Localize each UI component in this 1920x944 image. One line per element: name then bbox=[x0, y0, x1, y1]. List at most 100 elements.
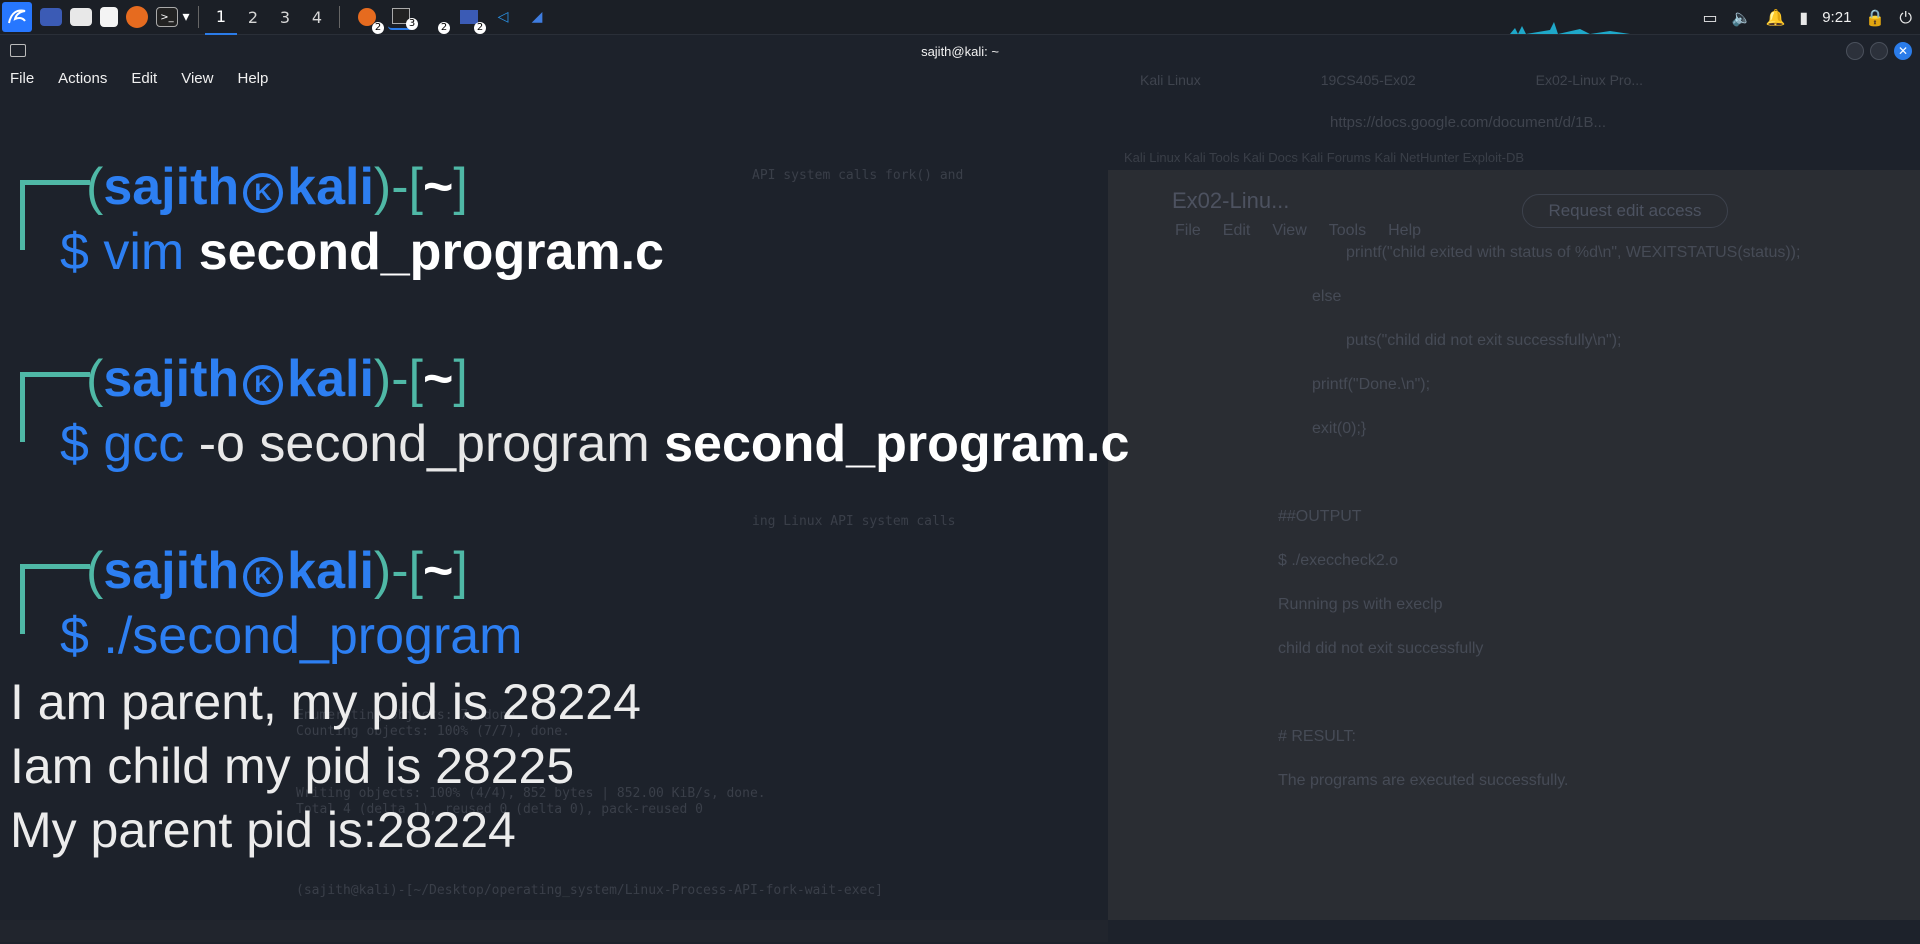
workspace-1[interactable]: 1 bbox=[205, 0, 237, 35]
background-url: https://docs.google.com/document/d/1B... bbox=[1330, 114, 1606, 131]
output-line: My parent pid is:28224 bbox=[10, 802, 516, 858]
power-icon[interactable]: ⏻ bbox=[1899, 8, 1912, 28]
background-doc-menu-item: View bbox=[1272, 222, 1307, 239]
background-doc-menu-item: File bbox=[1175, 222, 1201, 239]
kali-skull-icon: K bbox=[243, 173, 284, 213]
taskbar-separator bbox=[339, 6, 340, 28]
file-manager-icon[interactable] bbox=[70, 8, 92, 26]
background-doc-line: printf("Done.\n"); bbox=[1312, 376, 1431, 393]
background-doc-line: child did not exit successfully bbox=[1278, 640, 1484, 657]
workspace-2[interactable]: 2 bbox=[237, 0, 269, 35]
task-badge: 2 bbox=[372, 22, 384, 34]
network-graph-icon bbox=[1510, 22, 1630, 34]
taskbar-separator bbox=[198, 6, 199, 28]
background-doc-line: Running ps with execlp bbox=[1278, 596, 1443, 613]
output-line: Iam child my pid is 28225 bbox=[10, 738, 575, 794]
background-doc-line: ##OUTPUT bbox=[1278, 508, 1362, 525]
command-line: $ gcc -o second_program second_program.c bbox=[60, 415, 1130, 473]
background-request-edit-button: Request edit access bbox=[1522, 194, 1728, 228]
prompt-line: (sajith Kkali)-[~] bbox=[86, 542, 468, 600]
clock[interactable]: 9:21 bbox=[1822, 9, 1851, 26]
task-badge: 2 bbox=[474, 22, 486, 34]
prompt-host: kali bbox=[287, 542, 374, 600]
background-text: (sajith@kali)-[~/Desktop/operating_syste… bbox=[296, 883, 883, 898]
background-doc-line: # RESULT: bbox=[1278, 728, 1356, 745]
prompt-user: sajith bbox=[103, 542, 240, 600]
chevron-down-icon[interactable]: ▾ bbox=[180, 4, 192, 30]
battery-icon[interactable]: ▮ bbox=[1799, 8, 1808, 27]
close-button[interactable]: ✕ bbox=[1894, 42, 1912, 60]
terminal-menubar: File Actions Edit View Help bbox=[6, 66, 272, 90]
files-task-icon[interactable]: 2 bbox=[456, 4, 486, 34]
background-doc-line: else bbox=[1312, 288, 1342, 305]
background-doc-line: $ ./execcheck2.o bbox=[1278, 552, 1399, 569]
command-name: vim bbox=[103, 223, 185, 281]
background-doc-menu-item: Edit bbox=[1222, 222, 1251, 239]
firefox-icon[interactable] bbox=[126, 6, 148, 28]
command-file: second_program.c bbox=[198, 223, 664, 281]
background-tab: Kali Linux bbox=[1140, 72, 1201, 88]
prompt-user: sajith bbox=[103, 158, 240, 216]
terminal-titlebar[interactable]: sajith@kali: ~ ✕ bbox=[0, 36, 1920, 66]
background-doc-line: The programs are executed successfully. bbox=[1278, 772, 1569, 789]
background-status-bar bbox=[0, 920, 1108, 942]
command-name: ./second_program bbox=[103, 607, 523, 665]
command-args: -o second_program bbox=[184, 415, 665, 473]
window-title: sajith@kali: ~ bbox=[921, 43, 999, 59]
background-doc-title: Ex02-Linu... bbox=[1172, 188, 1290, 213]
background-browser-tabs: Kali Linux 19CS405-Ex02 Ex02-Linux Pro..… bbox=[1140, 72, 1643, 88]
background-browser-window bbox=[1108, 170, 1920, 920]
menu-actions[interactable]: Actions bbox=[54, 70, 111, 87]
app-icon[interactable]: ◢ bbox=[524, 4, 550, 30]
kali-skull-icon: K bbox=[243, 557, 284, 597]
menu-view[interactable]: View bbox=[177, 70, 217, 87]
prompt-cwd: ~ bbox=[422, 542, 454, 600]
volume-icon[interactable]: 🔈 bbox=[1732, 8, 1752, 27]
text-editor-task-icon[interactable]: 2 bbox=[422, 4, 450, 34]
terminal-task-icon[interactable]: 3 bbox=[388, 4, 418, 30]
prompt-line: (sajith Kkali)-[~] bbox=[86, 350, 468, 408]
prompt-host: kali bbox=[287, 158, 374, 216]
background-doc-line: puts("child did not exit successfully\n"… bbox=[1346, 332, 1622, 349]
prompt-line: (sajith Kkali)-[~] bbox=[86, 158, 468, 216]
workspace-3[interactable]: 3 bbox=[269, 0, 301, 35]
kali-skull-icon: K bbox=[243, 365, 284, 405]
prompt-cwd: ~ bbox=[422, 158, 454, 216]
taskbar: >_ ▾ 1 2 3 4 2 3 2 2 ◁ ◢ ▭ 🔈 🔔 ▮ 9:21 🔒 … bbox=[0, 0, 1920, 35]
menu-edit[interactable]: Edit bbox=[127, 70, 161, 87]
menu-file[interactable]: File bbox=[6, 70, 38, 87]
output-line: I am parent, my pid is 28224 bbox=[10, 674, 641, 730]
text-editor-icon[interactable] bbox=[100, 7, 118, 27]
command-file: second_program.c bbox=[664, 415, 1130, 473]
menu-help[interactable]: Help bbox=[233, 70, 272, 87]
prompt-user: sajith bbox=[103, 350, 240, 408]
vscode-icon[interactable]: ◁ bbox=[490, 4, 516, 30]
kali-menu-icon[interactable] bbox=[2, 2, 32, 32]
minimize-button[interactable] bbox=[1846, 42, 1864, 60]
command-line: $ vim second_program.c bbox=[60, 223, 664, 281]
background-doc-line: printf("child exited with status of %d\n… bbox=[1346, 244, 1801, 261]
background-doc-menu: File Edit View Tools Help bbox=[1175, 222, 1421, 240]
background-doc-menu-item: Help bbox=[1388, 222, 1422, 239]
command-name: gcc bbox=[103, 415, 185, 473]
background-doc-line: exit(0);} bbox=[1312, 420, 1367, 437]
background-tab: 19CS405-Ex02 bbox=[1320, 72, 1416, 88]
workspace-4[interactable]: 4 bbox=[301, 0, 333, 35]
prompt-cwd: ~ bbox=[422, 350, 454, 408]
background-text: API system calls fork() and bbox=[752, 168, 964, 183]
lock-icon[interactable]: 🔒 bbox=[1865, 8, 1885, 27]
firefox-task-icon[interactable]: 2 bbox=[354, 4, 384, 34]
window-menu-icon[interactable] bbox=[10, 44, 26, 57]
command-line: $ ./second_program bbox=[60, 607, 523, 665]
background-tab: Ex02-Linux Pro... bbox=[1535, 72, 1644, 88]
task-badge: 3 bbox=[406, 18, 418, 30]
show-desktop-icon[interactable] bbox=[40, 8, 62, 26]
terminal-icon[interactable]: >_ bbox=[156, 7, 178, 27]
background-doc-menu-item: Tools bbox=[1328, 222, 1367, 239]
maximize-button[interactable] bbox=[1870, 42, 1888, 60]
background-bookmarks: Kali Linux Kali Tools Kali Docs Kali For… bbox=[1124, 150, 1525, 165]
background-text: ing Linux API system calls bbox=[752, 514, 956, 529]
screen-icon[interactable]: ▭ bbox=[1702, 8, 1717, 27]
prompt-host: kali bbox=[287, 350, 374, 408]
notification-bell-icon[interactable]: 🔔 bbox=[1765, 8, 1785, 27]
